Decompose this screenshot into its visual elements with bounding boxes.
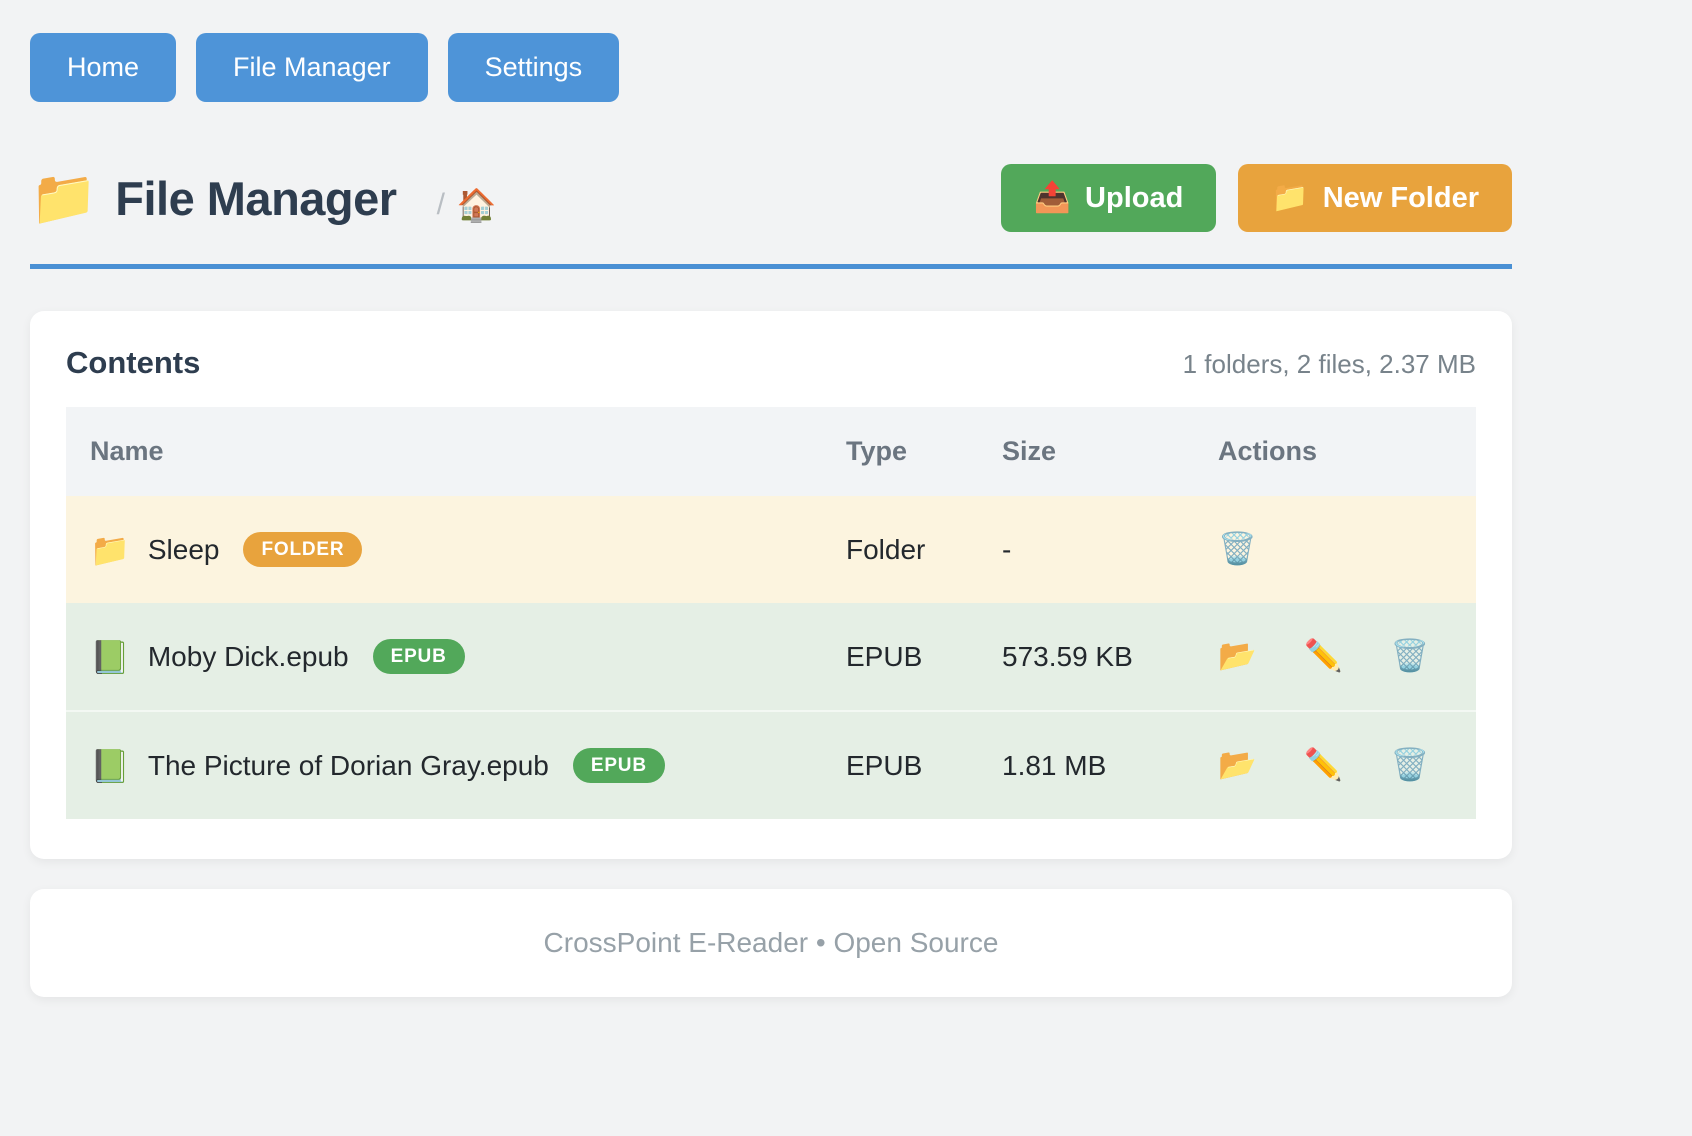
title-group: 📁 File Manager / 🏠 [30,171,497,226]
delete-button[interactable]: 🗑️ [1218,533,1257,564]
upload-button[interactable]: 📤 Upload [1001,164,1217,232]
folder-icon: 📁 [90,534,130,566]
trash-icon: 🗑️ [1391,638,1430,673]
header-divider [30,264,1512,269]
nav-file-manager-button[interactable]: File Manager [196,33,428,102]
delete-button[interactable]: 🗑️ [1391,749,1430,780]
size-cell: 1.81 MB [978,711,1194,819]
breadcrumb-separator: / [437,188,445,222]
upload-button-label: Upload [1085,184,1183,213]
epub-badge: EPUB [373,639,465,674]
book-icon: 📗 [90,750,130,782]
column-header-size: Size [978,407,1194,496]
page-header: 📁 File Manager / 🏠 📤 Upload 📁 New Folder [30,164,1512,232]
open-folder-icon: 📂 [1218,638,1257,673]
page-title: File Manager [115,171,396,226]
files-table: Name Type Size Actions 📁 Sleep FOLDER [66,407,1476,819]
size-cell: 573.59 KB [978,603,1194,711]
type-cell: EPUB [822,603,978,711]
footer-card: CrossPoint E-Reader • Open Source [30,889,1512,997]
column-header-actions: Actions [1194,407,1476,496]
rename-button[interactable]: ✏️ [1304,640,1343,671]
header-actions: 📤 Upload 📁 New Folder [1001,164,1512,232]
contents-card-header: Contents 1 folders, 2 files, 2.37 MB [66,345,1476,381]
breadcrumb: / 🏠 [437,186,497,224]
top-nav: Home File Manager Settings [30,33,1512,102]
folder-icon: 📁 [30,171,97,225]
new-folder-button-label: New Folder [1323,184,1479,213]
table-row: 📁 Sleep FOLDER Folder - 🗑️ [66,496,1476,603]
open-folder-icon: 📂 [1218,747,1257,782]
pencil-icon: ✏️ [1304,747,1343,782]
trash-icon: 🗑️ [1391,747,1430,782]
file-name: Moby Dick.epub [148,641,349,673]
column-header-name: Name [66,407,822,496]
move-button[interactable]: 📂 [1218,749,1257,780]
type-cell: EPUB [822,711,978,819]
delete-button[interactable]: 🗑️ [1391,640,1430,671]
column-header-type: Type [822,407,978,496]
new-folder-button[interactable]: 📁 New Folder [1238,164,1512,232]
upload-icon: 📤 [1034,183,1071,213]
home-icon[interactable]: 🏠 [457,186,497,224]
book-icon: 📗 [90,641,130,673]
pencil-icon: ✏️ [1304,638,1343,673]
folder-badge: FOLDER [243,532,362,567]
epub-badge: EPUB [573,748,665,783]
table-header-row: Name Type Size Actions [66,407,1476,496]
contents-title: Contents [66,345,200,381]
nav-settings-button[interactable]: Settings [448,33,620,102]
size-cell: - [978,496,1194,603]
trash-icon: 🗑️ [1218,531,1257,566]
table-row: 📗 Moby Dick.epub EPUB EPUB 573.59 KB 📂 ✏… [66,603,1476,711]
file-name: The Picture of Dorian Gray.epub [148,750,549,782]
folder-name-link[interactable]: Sleep [148,534,220,566]
contents-summary: 1 folders, 2 files, 2.37 MB [1183,349,1476,380]
nav-home-button[interactable]: Home [30,33,176,102]
move-button[interactable]: 📂 [1218,640,1257,671]
footer-text: CrossPoint E-Reader • Open Source [544,927,999,958]
table-row: 📗 The Picture of Dorian Gray.epub EPUB E… [66,711,1476,819]
contents-card: Contents 1 folders, 2 files, 2.37 MB Nam… [30,311,1512,859]
new-folder-icon: 📁 [1271,183,1308,213]
page-container: Home File Manager Settings 📁 File Manage… [30,0,1512,997]
type-cell: Folder [822,496,978,603]
rename-button[interactable]: ✏️ [1304,749,1343,780]
